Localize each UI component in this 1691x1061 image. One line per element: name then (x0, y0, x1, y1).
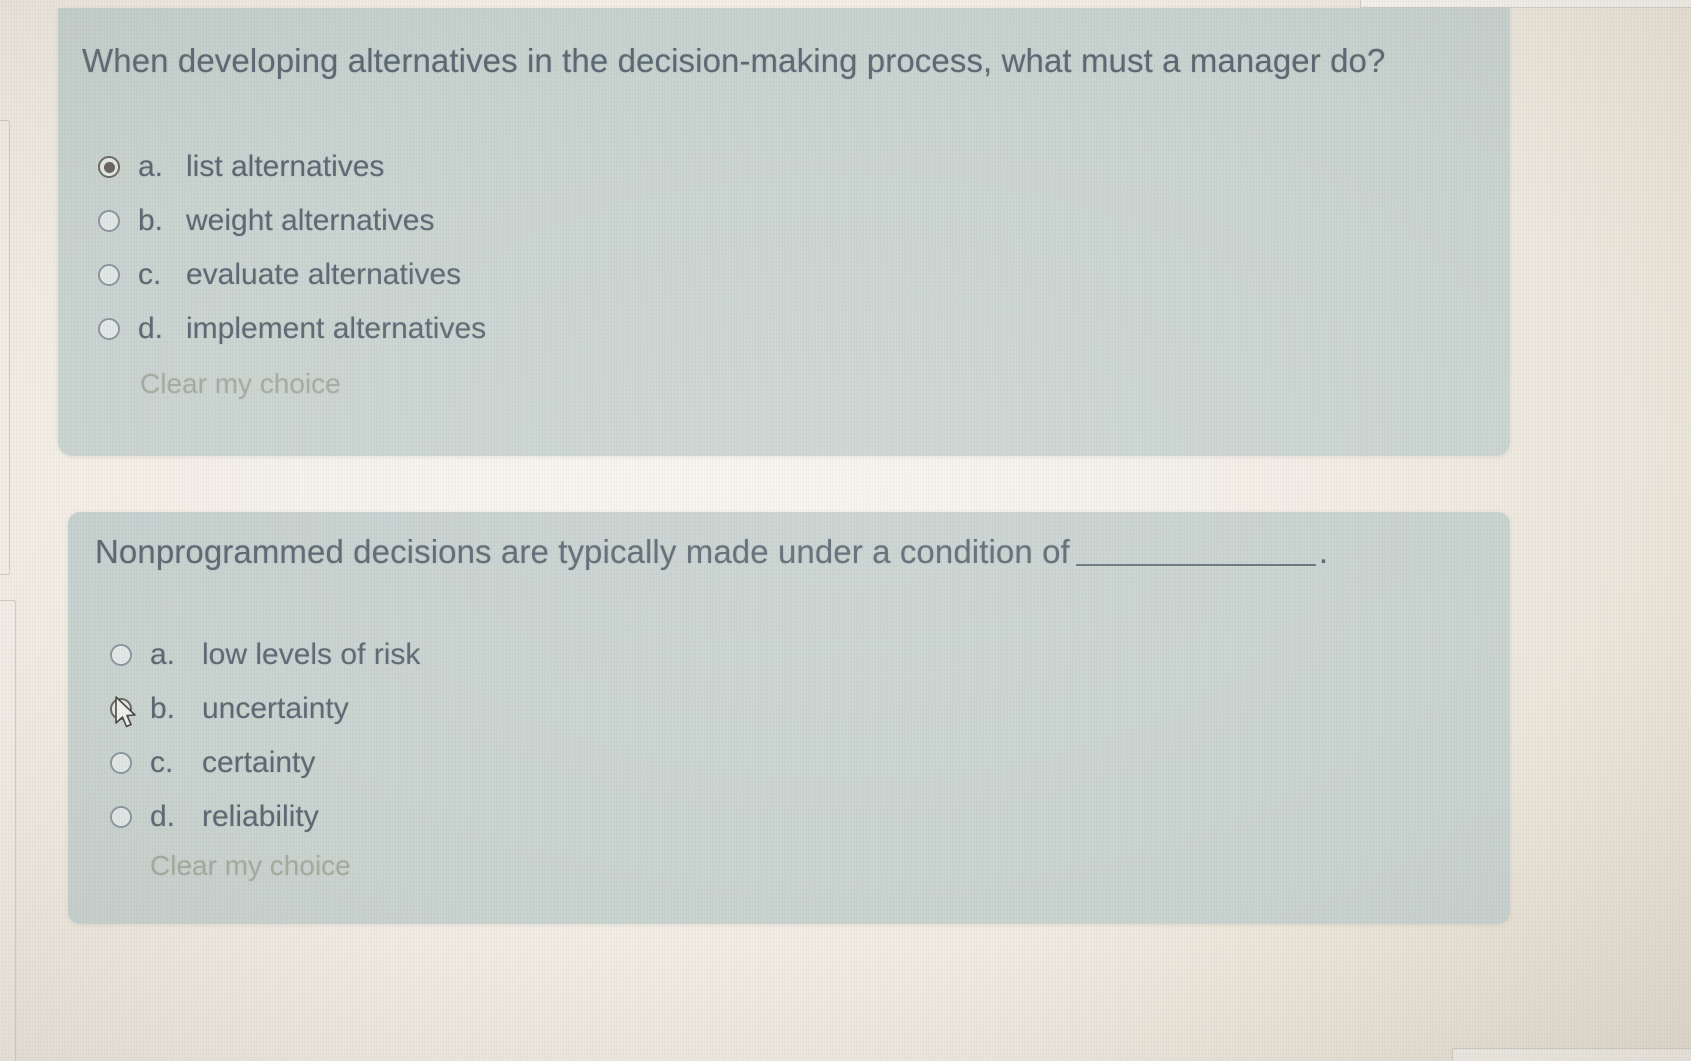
option-label: uncertainty (202, 692, 349, 725)
option-label: low levels of risk (202, 638, 421, 671)
option-letter: d. (138, 312, 164, 345)
option-letter: b. (138, 204, 164, 237)
radio-button-icon[interactable] (98, 156, 120, 178)
screen-frame-edge-top-right (1360, 0, 1691, 8)
question-2-option-a[interactable]: a. low levels of risk (110, 628, 420, 682)
radio-button-icon[interactable] (110, 698, 132, 720)
radio-button-icon[interactable] (98, 318, 120, 340)
screen-frame-edge-bottom-right (1452, 1048, 1691, 1061)
option-label: reliability (202, 800, 319, 833)
option-label: evaluate alternatives (186, 258, 462, 291)
option-letter: b. (150, 692, 176, 725)
option-label: implement alternatives (186, 312, 487, 345)
question-1-option-d[interactable]: d. implement alternatives (98, 302, 486, 356)
question-2-options: a. low levels of risk b. uncertainty c. … (110, 628, 420, 844)
option-letter: a. (138, 150, 164, 183)
question-1-options: a. list alternatives b. weight alternati… (98, 140, 486, 356)
radio-button-icon[interactable] (110, 806, 132, 828)
question-2-clear-my-choice-link[interactable]: Clear my choice (150, 850, 351, 882)
question-2-option-c[interactable]: c. certainty (110, 736, 420, 790)
question-2-answer-blank (1075, 564, 1316, 566)
question-1-clear-my-choice-link[interactable]: Clear my choice (140, 368, 341, 400)
option-label: certainty (202, 746, 316, 779)
question-2-stem-after-blank: . (1318, 533, 1329, 570)
question-2-stem-before-blank: Nonprogrammed decisions are typically ma… (95, 533, 1070, 570)
option-label: list alternatives (186, 150, 385, 183)
question-2-option-b[interactable]: b. uncertainty (110, 682, 420, 736)
question-2-option-d[interactable]: d. reliability (110, 790, 420, 844)
question-2-stem: Nonprogrammed decisions are typically ma… (95, 533, 1328, 571)
radio-button-icon[interactable] (110, 752, 132, 774)
radio-button-icon[interactable] (98, 210, 120, 232)
option-letter: d. (150, 800, 176, 833)
screen-frame-edge-left-lower (0, 600, 16, 1061)
question-1-option-c[interactable]: c. evaluate alternatives (98, 248, 486, 302)
screen-frame-edge-left-upper (0, 120, 10, 575)
question-1-option-a[interactable]: a. list alternatives (98, 140, 486, 194)
radio-button-icon[interactable] (110, 644, 132, 666)
radio-button-icon[interactable] (98, 264, 120, 286)
option-letter: c. (138, 258, 162, 291)
question-1-option-b[interactable]: b. weight alternatives (98, 194, 486, 248)
option-letter: c. (150, 746, 174, 779)
option-label: weight alternatives (186, 204, 435, 237)
option-letter: a. (150, 638, 176, 671)
question-1-stem: When developing alternatives in the deci… (82, 42, 1386, 79)
